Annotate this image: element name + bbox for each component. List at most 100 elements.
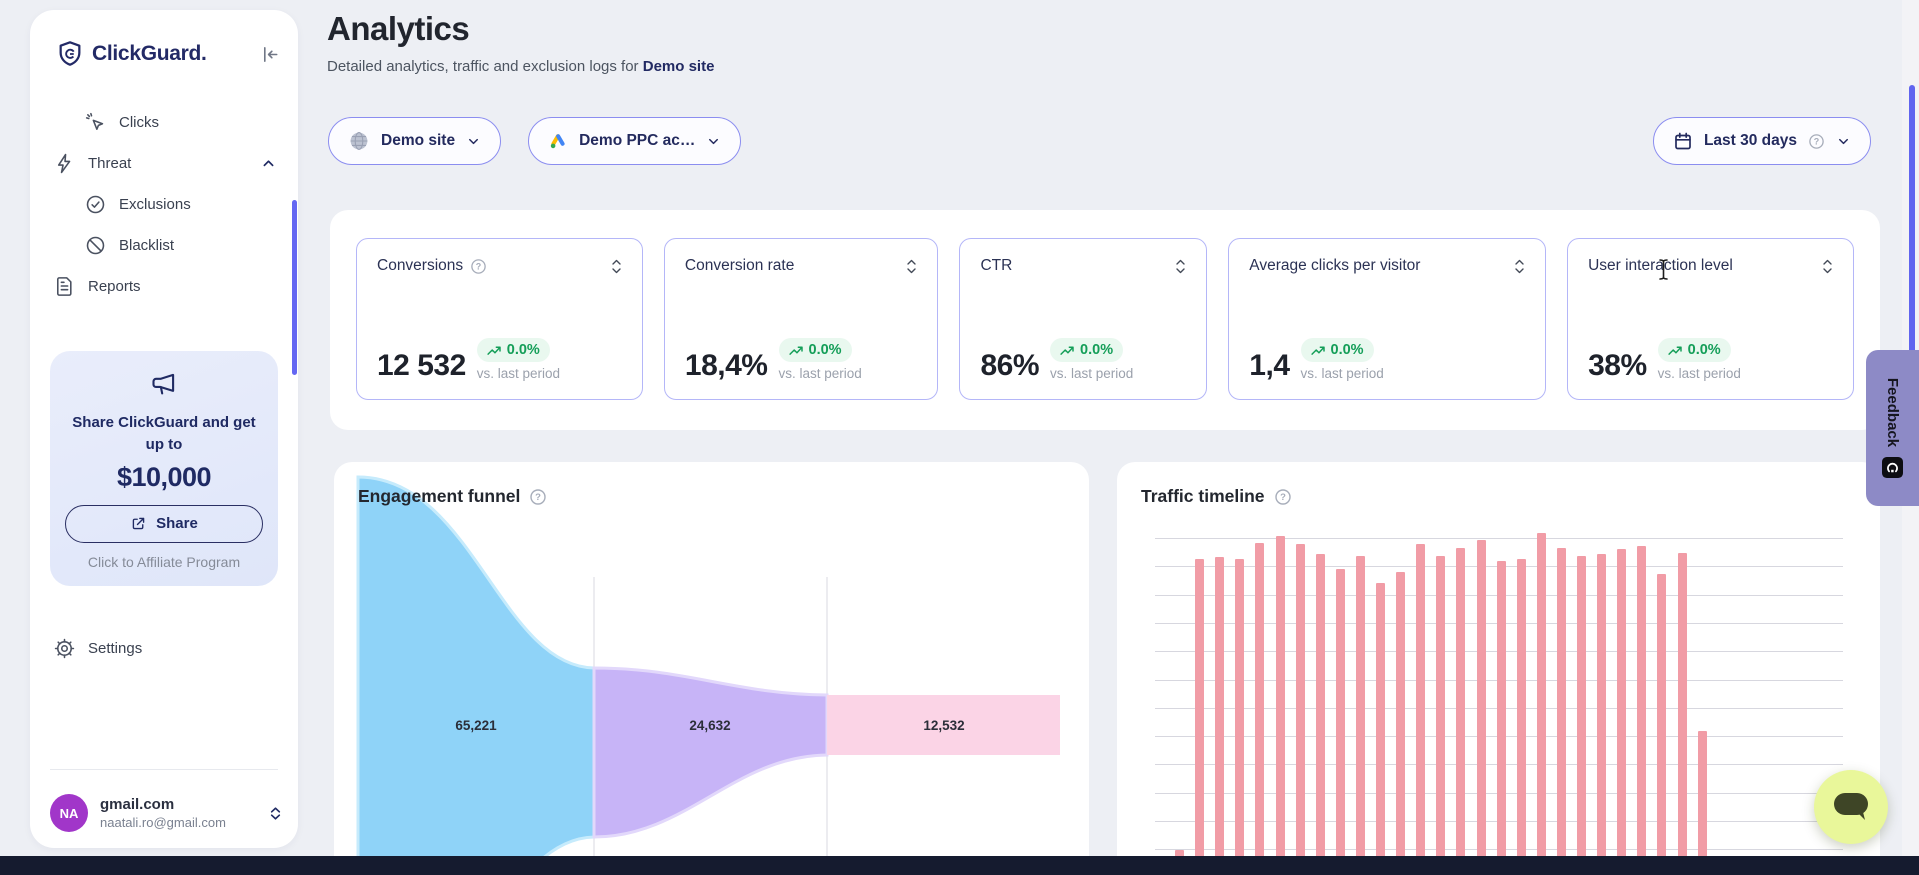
promo-message: Share ClickGuard and get up to xyxy=(64,412,264,456)
external-link-icon xyxy=(130,515,147,532)
calendar-icon xyxy=(1673,131,1693,151)
ppc-account-dropdown-label: Demo PPC ac… xyxy=(579,132,695,150)
sidebar-divider xyxy=(50,769,278,770)
kpi-label: Average clicks per visitor xyxy=(1249,257,1420,275)
site-dropdown-label: Demo site xyxy=(381,132,455,150)
date-range-label: Last 30 days xyxy=(1704,132,1797,150)
share-button-label: Share xyxy=(156,515,198,532)
help-icon[interactable]: ? xyxy=(529,488,547,506)
traffic-bar xyxy=(1215,557,1224,858)
chevron-down-icon xyxy=(466,134,481,149)
site-dropdown[interactable]: Demo site xyxy=(328,117,501,165)
kpi-card-interaction-level: User interaction level 38% 0.0% vs. last… xyxy=(1567,238,1854,400)
gear-icon xyxy=(54,638,75,659)
ppc-account-dropdown[interactable]: Demo PPC ac… xyxy=(528,117,741,165)
traffic-bar xyxy=(1678,553,1687,859)
traffic-bar xyxy=(1517,559,1526,858)
cursor-click-icon xyxy=(85,112,106,133)
page-header: Analytics Detailed analytics, traffic an… xyxy=(327,10,714,75)
trend-badge: 0.0% xyxy=(477,338,550,362)
traffic-bars xyxy=(1175,462,1880,858)
account-switcher[interactable]: NA gmail.com naatali.ro@gmail.com xyxy=(50,794,284,832)
lightning-icon xyxy=(54,153,75,174)
trend-badge: 0.0% xyxy=(1301,338,1374,362)
traffic-bar xyxy=(1276,536,1285,858)
avatar: NA xyxy=(50,794,88,832)
sidebar: ClickGuard. Clicks Threat xyxy=(30,10,298,848)
globe-icon xyxy=(348,130,370,152)
sidebar-item-label: Exclusions xyxy=(119,196,191,213)
affiliate-promo-card: Share ClickGuard and get up to $10,000 S… xyxy=(50,351,278,586)
traffic-bar xyxy=(1316,554,1325,858)
trend-up-icon xyxy=(1311,345,1326,356)
chevron-updown-icon xyxy=(267,805,284,822)
sort-icon[interactable] xyxy=(1822,259,1833,274)
sidebar-item-blacklist[interactable]: Blacklist xyxy=(54,225,280,266)
traffic-bar xyxy=(1597,554,1606,858)
traffic-bar xyxy=(1255,543,1264,858)
kpi-caption: vs. last period xyxy=(1050,366,1133,381)
account-email: naatali.ro@gmail.com xyxy=(100,815,226,830)
page-subtitle: Detailed analytics, traffic and exclusio… xyxy=(327,58,714,75)
google-ads-icon xyxy=(548,131,568,151)
kpi-caption: vs. last period xyxy=(1658,366,1741,381)
sidebar-item-threat[interactable]: Threat xyxy=(54,143,280,184)
svg-text:?: ? xyxy=(1280,492,1286,503)
trend-up-icon xyxy=(487,345,502,356)
traffic-timeline-card: Traffic timeline ? xyxy=(1117,462,1880,875)
kpi-value: 38% xyxy=(1588,351,1647,381)
traffic-bar xyxy=(1557,548,1566,858)
help-icon[interactable]: ? xyxy=(470,258,487,275)
sidebar-collapse-icon[interactable] xyxy=(261,45,280,64)
megaphone-icon xyxy=(150,371,178,399)
share-button[interactable]: Share xyxy=(65,505,263,543)
kpi-caption: vs. last period xyxy=(1301,366,1384,381)
chat-widget-button[interactable] xyxy=(1814,770,1888,844)
kpi-card-conversion-rate: Conversion rate 18,4% 0.0% vs. last peri… xyxy=(664,238,939,400)
page-title: Analytics xyxy=(327,10,714,48)
feedback-tab[interactable]: Feedback xyxy=(1866,350,1919,506)
kpi-label: Conversions xyxy=(377,257,463,275)
sort-icon[interactable] xyxy=(906,259,917,274)
sort-icon[interactable] xyxy=(611,259,622,274)
kpi-value: 86% xyxy=(980,351,1039,381)
kpi-value: 12 532 xyxy=(377,351,466,381)
svg-text:?: ? xyxy=(535,492,541,503)
sidebar-item-clicks[interactable]: Clicks xyxy=(54,102,280,143)
kpi-value: 1,4 xyxy=(1249,351,1289,381)
traffic-bar xyxy=(1617,549,1626,858)
trend-badge: 0.0% xyxy=(1050,338,1123,362)
chevron-up-icon[interactable] xyxy=(261,156,276,171)
clickguard-logo-icon xyxy=(56,40,84,68)
kpi-card-avg-clicks: Average clicks per visitor 1,4 0.0% vs. … xyxy=(1228,238,1546,400)
traffic-bar xyxy=(1577,556,1586,858)
feedback-tab-label: Feedback xyxy=(1884,378,1901,447)
kpi-card-conversions: Conversions ? 12 532 0.0% vs. last perio… xyxy=(356,238,643,400)
kpi-label: CTR xyxy=(980,257,1012,275)
page-subtitle-site: Demo site xyxy=(643,58,715,75)
sort-icon[interactable] xyxy=(1175,259,1186,274)
help-icon[interactable]: ? xyxy=(1808,133,1825,150)
kpi-label: User interaction level xyxy=(1588,257,1733,275)
account-name: gmail.com xyxy=(100,796,226,813)
funnel-stage-2-value: 24,632 xyxy=(689,718,730,733)
kpi-value: 18,4% xyxy=(685,351,768,381)
filter-bar: Demo site Demo PPC ac… xyxy=(328,117,741,165)
chat-bubble-icon xyxy=(1831,791,1871,823)
date-range-dropdown[interactable]: Last 30 days ? xyxy=(1653,117,1871,165)
sidebar-item-settings[interactable]: Settings xyxy=(54,628,280,669)
affiliate-link[interactable]: Click to Affiliate Program xyxy=(64,554,264,570)
help-icon[interactable]: ? xyxy=(1274,488,1292,506)
sidebar-item-reports[interactable]: Reports xyxy=(54,266,280,307)
traffic-bar xyxy=(1537,533,1546,858)
ban-icon xyxy=(85,235,106,256)
sidebar-scrollbar-thumb[interactable] xyxy=(292,200,297,375)
svg-text:?: ? xyxy=(476,261,481,271)
feedback-smiley-icon xyxy=(1882,457,1903,478)
funnel-stage-1 xyxy=(358,477,594,875)
sidebar-item-label: Reports xyxy=(88,278,141,295)
traffic-bar xyxy=(1396,572,1405,858)
sort-icon[interactable] xyxy=(1514,259,1525,274)
traffic-bar xyxy=(1637,546,1646,858)
sidebar-item-exclusions[interactable]: Exclusions xyxy=(54,184,280,225)
